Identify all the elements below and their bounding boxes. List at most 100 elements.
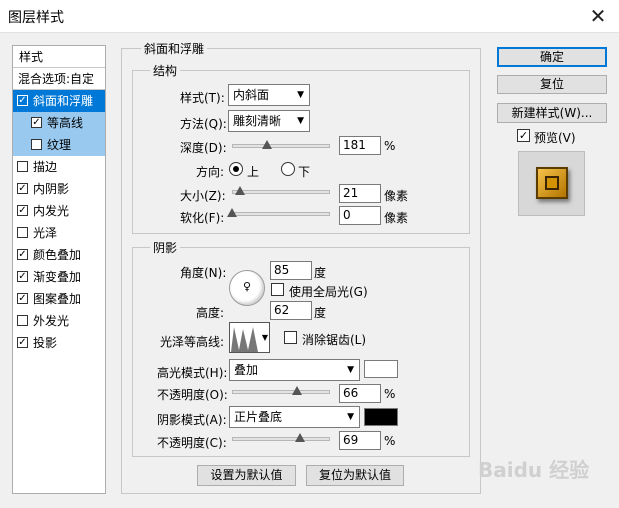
depth-slider-thumb[interactable] [262, 140, 273, 149]
close-icon[interactable]: ✕ [583, 2, 613, 30]
reset-button[interactable]: 复位 [497, 75, 607, 94]
preview-swatch-icon [536, 167, 568, 199]
soften-slider-thumb[interactable] [227, 208, 237, 217]
direction-up-radio[interactable] [229, 162, 243, 176]
size-input[interactable]: 21 [339, 184, 381, 203]
preview-checkbox[interactable]: ✓ [517, 129, 530, 142]
preview-label: 预览(V) [534, 131, 576, 145]
style-item-label: 颜色叠加 [33, 248, 82, 262]
size-slider[interactable] [232, 190, 330, 194]
style-item-label: 描边 [33, 160, 58, 174]
watermark: Baidu 经验 [478, 458, 590, 482]
chevron-down-icon: ▼ [347, 412, 354, 422]
style-item[interactable]: ✓ 斜面和浮雕 [13, 90, 105, 112]
style-item-checkbox[interactable] [17, 161, 28, 172]
bevel-emboss-title: 斜面和浮雕 [141, 40, 208, 57]
structure-title: 结构 [150, 62, 181, 79]
style-item-label: 斜面和浮雕 [33, 94, 94, 108]
size-label: 大小(Z): [180, 189, 226, 203]
style-item-checkbox[interactable]: ✓ [17, 271, 28, 282]
highlight-opacity-slider[interactable] [232, 390, 330, 394]
style-item[interactable]: 描边 [13, 156, 105, 178]
soften-slider[interactable] [232, 212, 330, 216]
style-item-checkbox[interactable]: ✓ [17, 249, 28, 260]
style-item[interactable]: 光泽 [13, 222, 105, 244]
gloss-contour-label: 光泽等高线: [160, 335, 225, 349]
shadow-mode-select[interactable]: 正片叠底 ▼ [229, 406, 360, 428]
style-item[interactable]: 外发光 [13, 310, 105, 332]
style-item[interactable]: ✓ 颜色叠加 [13, 244, 105, 266]
shadow-mode-label: 阴影模式(A): [157, 413, 227, 427]
antialias-checkbox[interactable] [284, 331, 297, 344]
altitude-input[interactable]: 62 [270, 301, 312, 320]
altitude-label: 高度: [196, 306, 225, 320]
style-item-checkbox[interactable] [17, 315, 28, 326]
style-item-label: 纹理 [47, 138, 72, 152]
method-label: 方法(Q): [180, 117, 227, 131]
depth-input[interactable]: 181 [339, 136, 381, 155]
ok-button[interactable]: 确定 [497, 47, 607, 67]
direction-label: 方向: [196, 165, 225, 179]
depth-slider[interactable] [232, 144, 330, 148]
new-style-button[interactable]: 新建样式(W)... [497, 103, 607, 123]
global-light-label: 使用全局光(G) [289, 285, 368, 299]
gloss-contour-picker[interactable]: ▼ [229, 322, 270, 353]
style-item[interactable]: ✓ 等高线 [13, 112, 105, 134]
style-item-checkbox[interactable]: ✓ [17, 183, 28, 194]
style-item[interactable]: ✓ 渐变叠加 [13, 266, 105, 288]
angle-dial[interactable]: ♀ [229, 270, 265, 306]
highlight-opacity-unit: % [384, 387, 396, 401]
style-item-checkbox[interactable]: ✓ [17, 95, 28, 106]
title-bar: 图层样式 ✕ [0, 0, 619, 33]
shadow-color-swatch[interactable] [364, 408, 398, 426]
angle-input[interactable]: 85 [270, 261, 312, 280]
chevron-down-icon: ▼ [297, 116, 304, 126]
shadow-opacity-unit: % [384, 434, 396, 448]
style-item[interactable]: 纹理 [13, 134, 105, 156]
style-item[interactable]: ✓ 投影 [13, 332, 105, 354]
angle-label: 角度(N): [180, 266, 227, 280]
highlight-opacity-thumb[interactable] [291, 386, 302, 395]
style-item-label: 投影 [33, 336, 58, 350]
size-slider-thumb[interactable] [234, 186, 245, 195]
shadow-opacity-slider[interactable] [232, 437, 330, 441]
window-title: 图层样式 [8, 10, 64, 26]
style-item[interactable]: ✓ 图案叠加 [13, 288, 105, 310]
style-item-checkbox[interactable] [17, 227, 28, 238]
shadow-opacity-thumb[interactable] [294, 433, 305, 442]
highlight-mode-label: 高光模式(H): [157, 366, 228, 380]
chevron-down-icon: ▼ [261, 333, 268, 342]
method-select[interactable]: 雕刻清晰 ▼ [228, 110, 310, 132]
blend-options-item[interactable]: 混合选项:自定 [13, 68, 105, 90]
angle-unit: 度 [314, 266, 327, 280]
style-item-label: 等高线 [47, 116, 84, 130]
shading-title: 阴影 [150, 239, 181, 256]
style-item-label: 内阴影 [33, 182, 70, 196]
style-item-checkbox[interactable]: ✓ [31, 117, 42, 128]
altitude-unit: 度 [314, 306, 327, 320]
antialias-label: 消除锯齿(L) [302, 333, 367, 347]
style-label: 样式(T): [180, 91, 225, 105]
style-item[interactable]: ✓ 内阴影 [13, 178, 105, 200]
style-item-checkbox[interactable]: ✓ [17, 337, 28, 348]
highlight-color-swatch[interactable] [364, 360, 398, 378]
reset-default-button[interactable]: 复位为默认值 [306, 465, 404, 486]
depth-unit: % [384, 139, 396, 153]
shadow-opacity-input[interactable]: 69 [339, 431, 381, 450]
soften-input[interactable]: 0 [339, 206, 381, 225]
global-light-checkbox[interactable] [271, 283, 284, 296]
soften-unit: 像素 [384, 211, 409, 225]
style-item-label: 光泽 [33, 226, 58, 240]
style-item-checkbox[interactable]: ✓ [17, 293, 28, 304]
style-item[interactable]: ✓ 内发光 [13, 200, 105, 222]
highlight-mode-select[interactable]: 叠加 ▼ [229, 359, 360, 381]
highlight-opacity-input[interactable]: 66 [339, 384, 381, 403]
style-select[interactable]: 内斜面 ▼ [228, 84, 310, 106]
style-item-checkbox[interactable]: ✓ [17, 205, 28, 216]
styles-header[interactable]: 样式 [13, 46, 105, 68]
direction-down-radio[interactable] [281, 162, 295, 176]
chevron-down-icon: ▼ [297, 90, 304, 100]
style-item-checkbox[interactable] [31, 139, 42, 150]
chevron-down-icon: ▼ [347, 365, 354, 375]
make-default-button[interactable]: 设置为默认值 [197, 465, 296, 486]
